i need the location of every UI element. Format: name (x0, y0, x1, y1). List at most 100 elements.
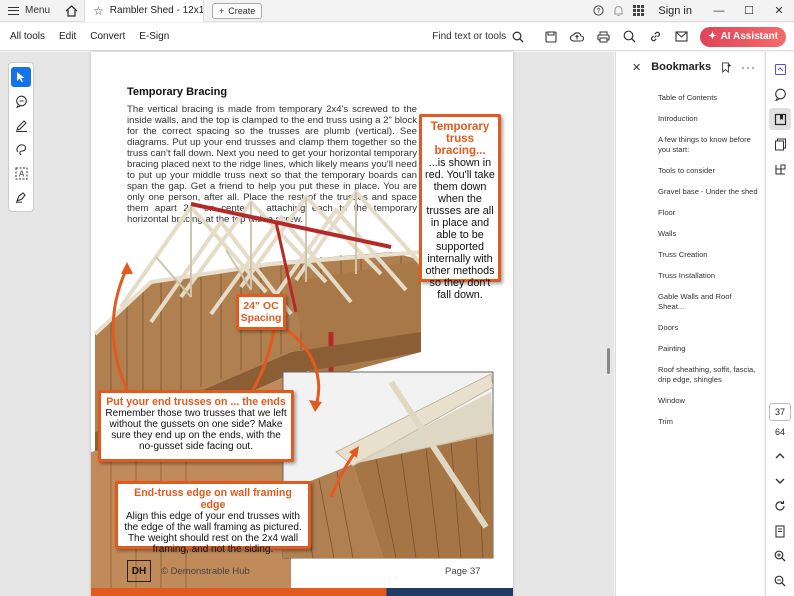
pen-icon (15, 119, 27, 132)
pages-button[interactable] (769, 133, 791, 155)
home-button[interactable] (58, 0, 84, 22)
link-icon (650, 31, 660, 42)
bookmark-item[interactable]: A few things to know before you start: (658, 135, 758, 155)
maximize-icon: ☐ (744, 5, 754, 17)
callout-end-truss-edge: End-truss edge on wall framing edge Alig… (115, 481, 311, 555)
svg-text:?: ? (596, 8, 600, 15)
bookmark-item[interactable]: Doors (658, 323, 758, 333)
hamburger-icon (8, 6, 19, 15)
pages-icon (774, 138, 786, 150)
document-area[interactable]: A Temporary Bracing The vertical bracing… (0, 52, 614, 596)
bookmark-item[interactable]: Trim (658, 417, 758, 427)
sign-tool[interactable] (11, 187, 31, 207)
bookmarks-button[interactable] (769, 108, 791, 130)
zoom-out-icon (774, 575, 786, 587)
search-document-button[interactable] (616, 23, 642, 51)
footer-copyright: © Demonstrable Hub (161, 566, 250, 577)
minimize-button[interactable]: — (704, 0, 734, 22)
page-heading: Temporary Bracing (127, 86, 228, 98)
total-pages: 64 (774, 427, 785, 437)
callout-temp-title: Temporary truss bracing... (430, 121, 490, 157)
sign-pen-icon (15, 191, 26, 203)
close-window-button[interactable]: ✕ (764, 0, 794, 22)
bookmark-item[interactable]: Truss Creation (658, 250, 758, 260)
bookmark-item[interactable]: Gravel base - Under the shed (658, 187, 758, 197)
bookmark-item[interactable]: Floor (658, 208, 758, 218)
bookmark-item[interactable]: Roof sheathing, soffit, fascia, drip edg… (658, 365, 758, 385)
link-button[interactable] (642, 23, 668, 51)
bookmarks-header: ✕ Bookmarks ··· (616, 52, 764, 82)
esign-menu[interactable]: E-Sign (132, 31, 176, 42)
help-icon[interactable]: ? (588, 0, 608, 22)
bookmark-item[interactable]: Gable Walls and Roof Sheat... (658, 292, 758, 312)
sparkle-icon: ✦ (708, 31, 717, 42)
plus-icon: + (219, 5, 225, 16)
close-panel-icon[interactable]: ✕ (632, 61, 641, 74)
bookmark-item[interactable]: Window (658, 396, 758, 406)
menu-button[interactable]: Menu (0, 0, 58, 22)
find-tools-search[interactable]: Find text or tools (432, 31, 538, 43)
zoom-in-icon (774, 550, 786, 562)
zoom-out-button[interactable] (769, 570, 791, 592)
main-toolbar: All tools Edit Convert E-Sign Find text … (0, 23, 794, 51)
save-button[interactable] (538, 23, 564, 51)
current-page-input[interactable]: 37 (769, 403, 791, 421)
minimize-icon: — (713, 4, 725, 17)
bookmarks-panel: ✕ Bookmarks ··· Table of Contents Introd… (615, 52, 764, 596)
svg-text:A: A (18, 169, 24, 178)
freeform-tool[interactable] (11, 139, 31, 159)
sign-in-link[interactable]: Sign in (658, 5, 692, 17)
text-tool[interactable]: A (11, 163, 31, 183)
upload-button[interactable] (564, 23, 590, 51)
bookmark-item[interactable]: Painting (658, 344, 758, 354)
next-page-button[interactable] (769, 470, 791, 492)
more-options-icon[interactable]: ··· (741, 60, 756, 74)
all-tools-menu[interactable]: All tools (0, 31, 52, 42)
page-display-button[interactable] (769, 520, 791, 542)
callout-temporary-bracing: Temporary truss bracing... ...is shown i… (419, 114, 501, 301)
printer-icon (597, 31, 610, 42)
edit-menu[interactable]: Edit (52, 31, 83, 42)
bookmark-item[interactable]: Walls (658, 229, 758, 239)
callout-end-trusses: Put your end trusses on ... the ends Rem… (98, 390, 294, 462)
bookmark-item[interactable]: Tools to consider (658, 166, 758, 176)
bell-icon[interactable] (608, 0, 628, 22)
bookmark-item[interactable]: Truss Installation (658, 271, 758, 281)
maximize-button[interactable]: ☐ (734, 0, 764, 22)
page-body-text: The vertical bracing is made from tempor… (127, 104, 417, 225)
save-icon (545, 30, 557, 43)
draw-tool[interactable] (11, 115, 31, 135)
find-label: Find text or tools (432, 31, 507, 42)
bookmarks-title: Bookmarks (651, 61, 712, 73)
select-tool[interactable] (11, 67, 31, 87)
rotate-button[interactable] (769, 495, 791, 517)
lasso-icon (15, 143, 26, 155)
bookmark-item[interactable]: Table of Contents (658, 93, 758, 103)
ai-doc-icon (774, 63, 786, 75)
comment-icon (15, 95, 27, 108)
ai-assistant-button[interactable]: ✦ AI Assistant (700, 26, 786, 47)
add-bookmark-icon[interactable] (721, 61, 731, 74)
comments-button[interactable] (769, 83, 791, 105)
previous-page-button[interactable] (769, 445, 791, 467)
create-button[interactable]: + Create (212, 2, 263, 19)
document-tab[interactable]: ☆ Rambler Shed - 12x16 - ... ✕ (84, 0, 205, 22)
convert-menu[interactable]: Convert (83, 31, 132, 42)
vertical-scrollbar[interactable] (607, 348, 610, 374)
bookmark-item[interactable]: Introduction (658, 114, 758, 124)
cloud-upload-icon (570, 31, 585, 42)
star-icon[interactable]: ☆ (93, 4, 104, 18)
callout-oc-text: 24" OC Spacing (240, 300, 282, 324)
zoom-in-button[interactable] (769, 545, 791, 567)
cursor-icon (17, 72, 25, 82)
generative-summary-button[interactable] (769, 58, 791, 80)
email-button[interactable] (668, 23, 694, 51)
tab-title: Rambler Shed - 12x16 - ... (109, 5, 205, 16)
layers-button[interactable] (769, 158, 791, 180)
apps-grid-icon[interactable] (628, 0, 648, 22)
search-icon (512, 31, 524, 42)
bookmark-icon (774, 113, 786, 125)
print-button[interactable] (590, 23, 616, 51)
comment-tool[interactable] (11, 91, 31, 111)
pdf-page[interactable]: Temporary Bracing The vertical bracing i… (91, 52, 513, 596)
